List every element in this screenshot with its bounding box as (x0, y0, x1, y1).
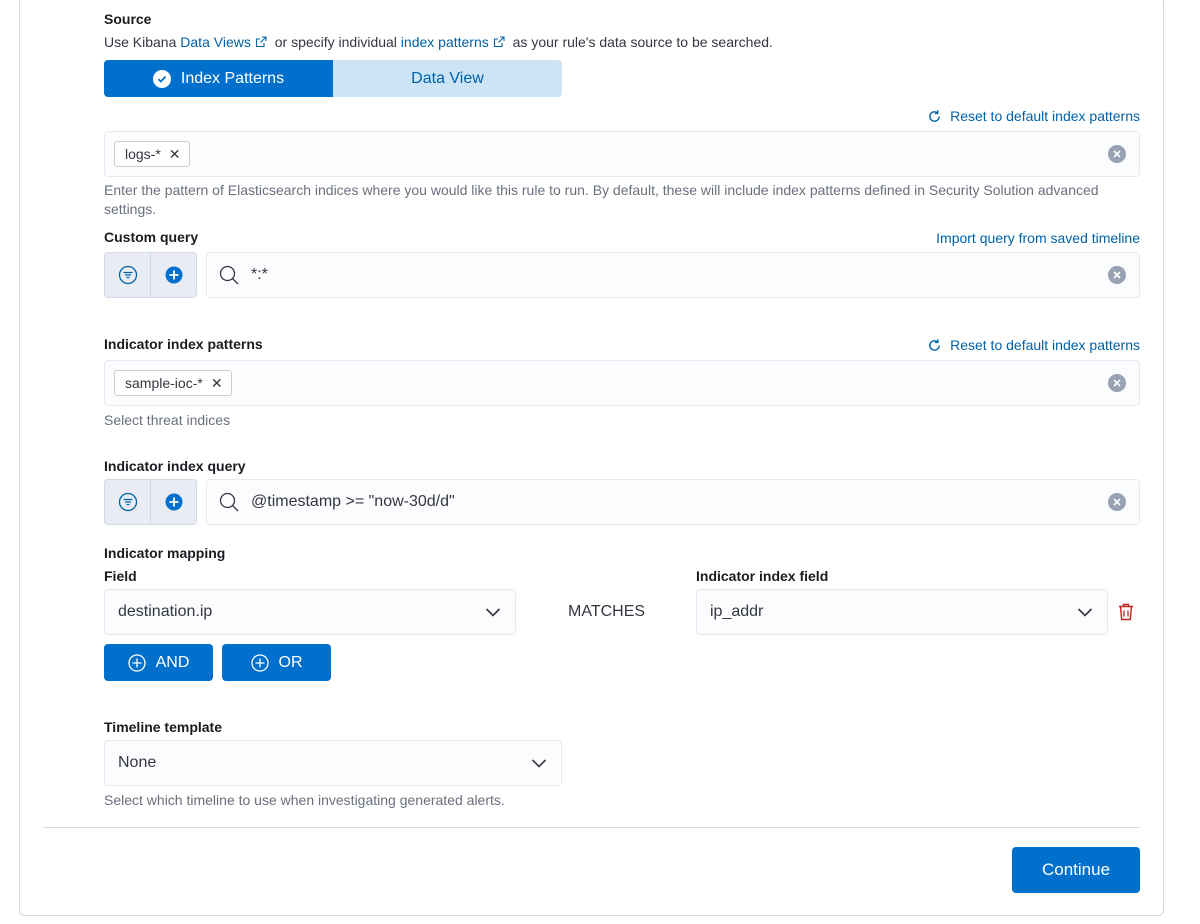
reset-indicator-patterns-link[interactable]: Reset to default index patterns (927, 337, 1140, 353)
field-select[interactable]: destination.ip (104, 589, 516, 635)
filter-icon (118, 265, 137, 285)
plus-in-circle-icon (165, 266, 182, 284)
source-label: Source (104, 11, 152, 27)
field-label: Field (104, 568, 137, 584)
timeline-help: Select which timeline to use when invest… (104, 792, 505, 808)
index-patterns-help: Enter the pattern of Elasticsearch indic… (104, 182, 1099, 217)
source-type-toggle: Index Patterns Data View (104, 60, 562, 97)
indicator-index-field-label: Indicator index field (696, 568, 829, 584)
custom-query-actions (104, 252, 197, 298)
filter-options-button[interactable] (105, 253, 150, 297)
plus-in-circle-icon (127, 653, 146, 672)
and-button[interactable]: AND (104, 644, 213, 681)
indicator-query-input[interactable]: @timestamp >= "now-30d/d" (206, 479, 1140, 525)
indicator-pattern-pill: sample-ioc-* ✕ (114, 370, 232, 396)
trash-icon (1119, 603, 1133, 621)
source-description: Use Kibana Data Views or specify individ… (104, 34, 773, 50)
index-patterns-link[interactable]: index patterns (401, 34, 489, 50)
or-button[interactable]: OR (222, 644, 331, 681)
indicator-query-actions (104, 479, 197, 525)
check-icon (152, 69, 171, 88)
indicator-mapping-label: Indicator mapping (104, 545, 226, 561)
footer-divider (43, 827, 1140, 828)
import-query-link[interactable]: Import query from saved timeline (936, 230, 1140, 246)
indicator-index-patterns-label: Indicator index patterns (104, 336, 263, 352)
refresh-icon (929, 109, 940, 122)
chevron-down-icon (531, 759, 547, 768)
clear-icon[interactable] (1108, 493, 1126, 511)
timeline-template-label: Timeline template (104, 719, 223, 735)
plus-in-circle-icon (250, 653, 269, 672)
index-patterns-toggle-button[interactable]: Index Patterns (104, 60, 333, 97)
indicator-query-label: Indicator index query (104, 458, 246, 474)
index-pattern-pill: logs-* ✕ (114, 141, 190, 167)
custom-query-input[interactable]: *:* (206, 252, 1140, 298)
add-filter-button[interactable] (150, 253, 196, 297)
index-patterns-combobox[interactable]: logs-* ✕ (104, 131, 1140, 177)
data-view-toggle-button[interactable]: Data View (333, 60, 562, 97)
external-link-icon (255, 36, 267, 48)
continue-button[interactable]: Continue (1012, 847, 1140, 893)
plus-in-circle-icon (165, 493, 182, 511)
clear-icon[interactable] (1108, 266, 1126, 284)
search-icon (219, 492, 239, 512)
delete-mapping-button[interactable] (1116, 602, 1136, 627)
refresh-icon (929, 338, 940, 351)
remove-pill-icon[interactable]: ✕ (169, 146, 181, 163)
filter-options-button[interactable] (105, 480, 150, 524)
chevron-down-icon (1077, 608, 1093, 617)
clear-icon[interactable] (1108, 145, 1126, 163)
search-icon (219, 265, 239, 285)
indicator-patterns-help: Select threat indices (104, 412, 231, 428)
clear-icon[interactable] (1108, 374, 1126, 392)
custom-query-label: Custom query (104, 229, 199, 245)
filter-icon (118, 492, 137, 512)
chevron-down-icon (485, 608, 501, 617)
external-link-icon (493, 36, 505, 48)
matches-operator: MATCHES (568, 603, 646, 620)
timeline-template-select[interactable]: None (104, 740, 562, 786)
indicator-index-patterns-combobox[interactable]: sample-ioc-* ✕ (104, 360, 1140, 406)
remove-pill-icon[interactable]: ✕ (211, 375, 223, 392)
add-filter-button[interactable] (150, 480, 196, 524)
indicator-index-field-select[interactable]: ip_addr (696, 589, 1108, 635)
reset-index-patterns-link[interactable]: Reset to default index patterns (927, 108, 1140, 124)
data-views-link[interactable]: Data Views (180, 34, 251, 50)
